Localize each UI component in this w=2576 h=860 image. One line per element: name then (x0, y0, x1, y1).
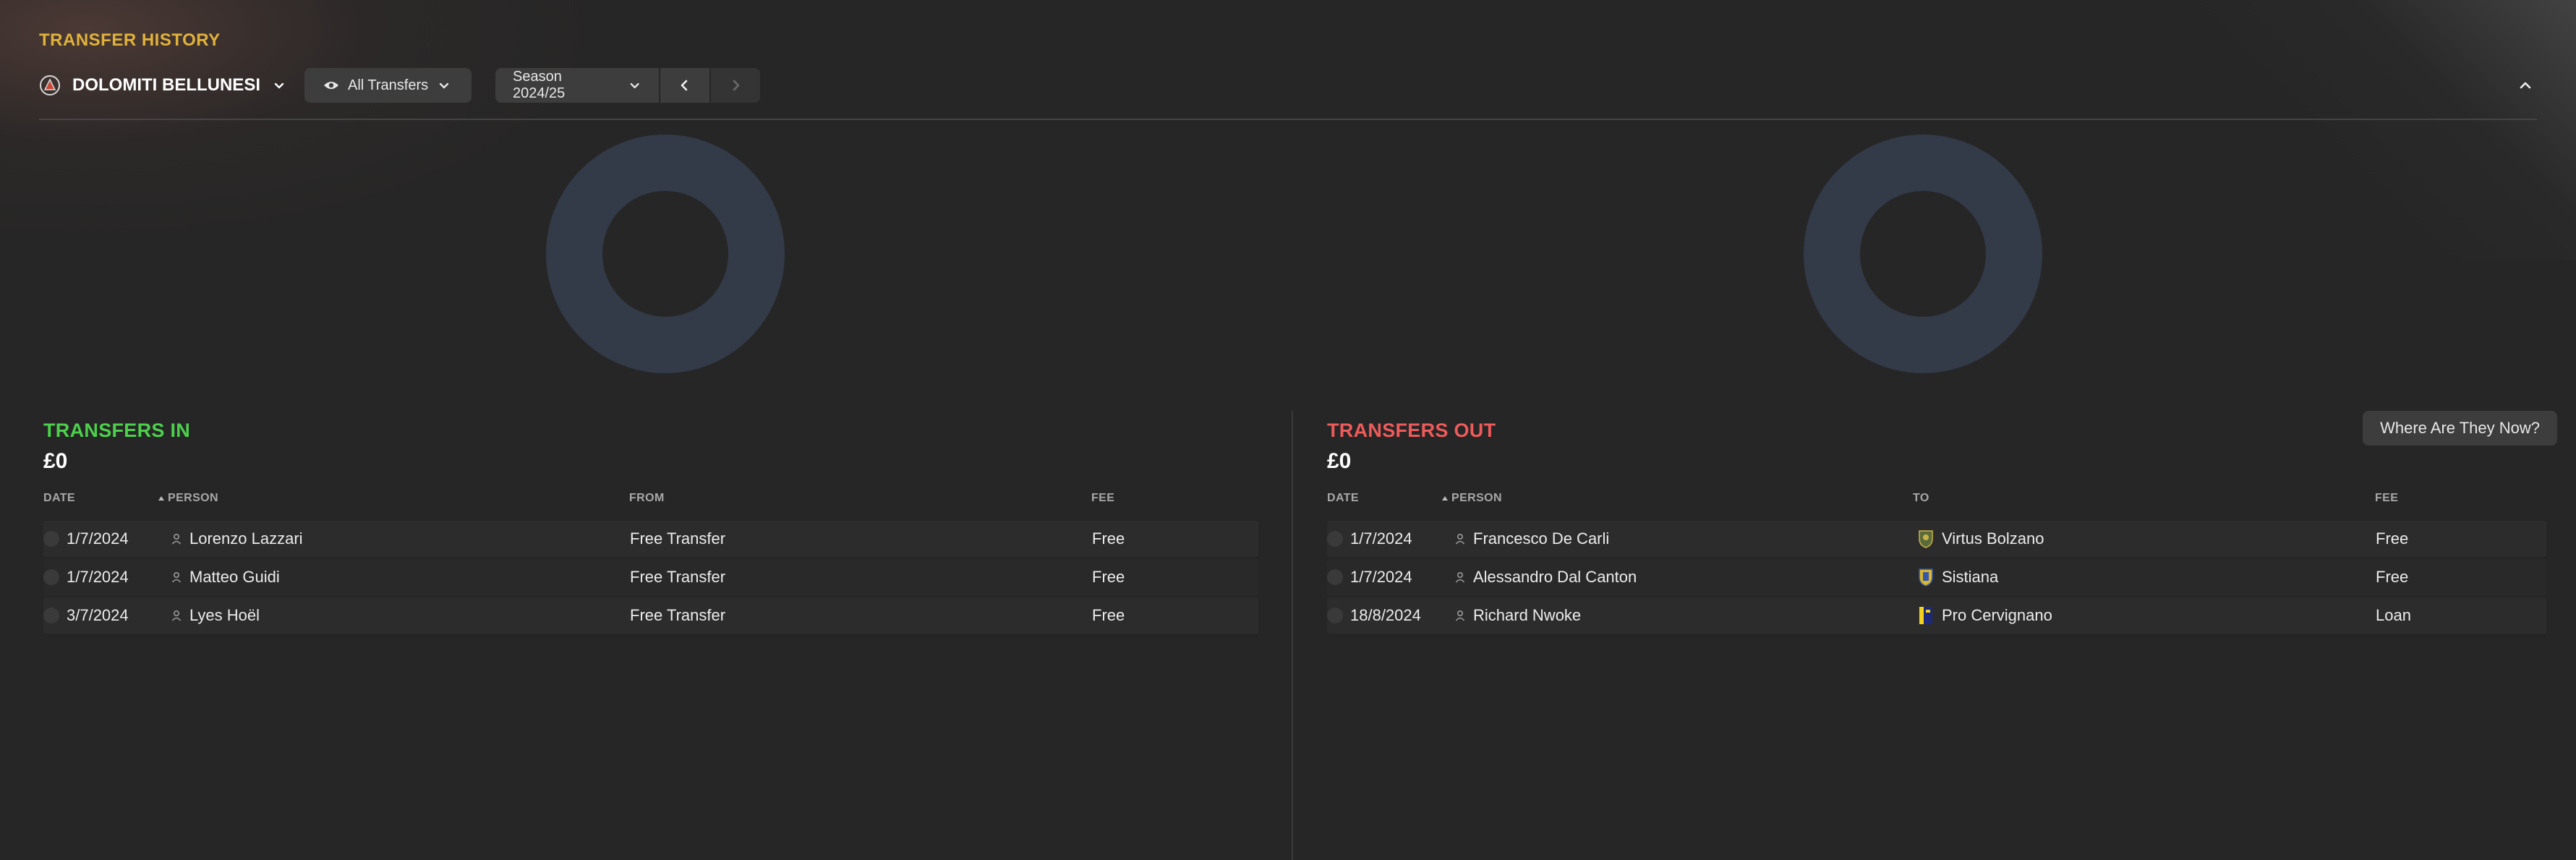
column-header-fee[interactable]: FEE (2375, 492, 2398, 505)
previous-season-button[interactable] (660, 68, 709, 103)
chevron-up-icon (2520, 82, 2531, 89)
transfers-out-table: 1/7/2024 Francesco De Carli Virtus Bolza… (1327, 521, 2546, 636)
table-row[interactable]: 1/7/2024 Matteo Guidi Free Transfer Free (43, 559, 1258, 595)
chevron-down-icon (630, 82, 639, 89)
date-cell: 1/7/2024 (1327, 521, 1412, 557)
top-right-glow (2200, 0, 2576, 260)
person-icon (1455, 610, 1465, 621)
column-header-date[interactable]: DATE (43, 492, 75, 505)
person-cell[interactable]: Alessandro Dal Canton (1454, 559, 1637, 595)
transfers-in-donut-chart (546, 135, 785, 373)
from-cell: Free Transfer (630, 568, 726, 586)
person-cell[interactable]: Francesco De Carli (1454, 521, 1609, 557)
club-crest-icon (40, 75, 60, 95)
column-header-from[interactable]: FROM (629, 492, 665, 505)
status-dot-icon (43, 531, 59, 547)
person-icon (1455, 571, 1465, 583)
club-selector[interactable]: DOLOMITI BELLUNESI (39, 67, 286, 104)
status-dot-icon (43, 569, 59, 585)
fee-cell: Free (2376, 568, 2409, 586)
table-row[interactable]: 1/7/2024 Alessandro Dal Canton Sistiana … (1327, 559, 2546, 595)
header-divider (39, 119, 2537, 120)
toolbar: DOLOMITI BELLUNESI All Transfers Season … (39, 67, 2537, 104)
person-icon (1455, 533, 1465, 545)
person-cell[interactable]: Lorenzo Lazzari (171, 521, 303, 557)
transfers-out-total: £0 (1327, 449, 1352, 473)
to-cell[interactable]: Virtus Bolzano (1917, 521, 2044, 557)
column-header-fee[interactable]: FEE (1091, 492, 1114, 505)
date-cell: 1/7/2024 (1327, 559, 1412, 595)
fee-cell: Free (1092, 529, 1125, 548)
date-cell: 1/7/2024 (43, 521, 129, 557)
where-are-they-now-button[interactable]: Where Are They Now? (2363, 411, 2557, 446)
page-title: TRANSFER HISTORY (39, 30, 221, 50)
club-badge-icon (1919, 569, 1933, 587)
season-dropdown[interactable]: Season 2024/25 (495, 68, 659, 103)
fee-cell: Free (2376, 529, 2409, 548)
table-row[interactable]: 1/7/2024 Lorenzo Lazzari Free Transfer F… (43, 521, 1258, 557)
table-row[interactable]: 3/7/2024 Lyes Hoël Free Transfer Free (43, 597, 1258, 634)
person-cell[interactable]: Matteo Guidi (171, 559, 280, 595)
table-row[interactable]: 1/7/2024 Francesco De Carli Virtus Bolza… (1327, 521, 2546, 557)
person-icon (171, 610, 182, 621)
transfers-in-table: 1/7/2024 Lorenzo Lazzari Free Transfer F… (43, 521, 1258, 636)
club-name: DOLOMITI BELLUNESI (72, 75, 260, 95)
sort-up-icon (158, 496, 164, 501)
from-cell: Free Transfer (630, 606, 726, 624)
person-cell[interactable]: Lyes Hoël (171, 597, 260, 634)
filter-label: All Transfers (348, 77, 429, 93)
table-row[interactable]: 18/8/2024 Richard Nwoke Pro Cervignano L… (1327, 597, 2546, 634)
transfers-in-total: £0 (43, 449, 68, 473)
to-cell[interactable]: Sistiana (1917, 559, 1998, 595)
status-dot-icon (43, 608, 59, 623)
status-dot-icon (1327, 608, 1343, 623)
chevron-down-icon (439, 82, 449, 89)
column-header-to[interactable]: TO (1913, 492, 1929, 505)
date-cell: 18/8/2024 (1327, 597, 1421, 634)
from-cell: Free Transfer (630, 529, 726, 548)
fee-cell: Free (1092, 606, 1125, 624)
column-header-person[interactable]: PERSON (1441, 492, 1502, 505)
fee-cell: Loan (2376, 606, 2411, 624)
club-badge-icon (1919, 530, 1933, 548)
chevron-left-icon (681, 80, 688, 91)
season-label: Season 2024/25 (513, 69, 566, 101)
column-header-date[interactable]: DATE (1327, 492, 1359, 505)
next-season-button[interactable] (711, 68, 760, 103)
transfers-in-title: TRANSFERS IN (43, 420, 191, 441)
sort-up-icon (1442, 496, 1448, 501)
date-cell: 3/7/2024 (43, 597, 129, 634)
chevron-right-icon (733, 80, 740, 91)
transfer-filter-dropdown[interactable]: All Transfers (304, 68, 472, 103)
fee-cell: Free (1092, 568, 1125, 586)
to-cell[interactable]: Pro Cervignano (1917, 597, 2052, 634)
eye-icon (324, 82, 338, 89)
chevron-down-icon (274, 82, 284, 89)
date-cell: 1/7/2024 (43, 559, 129, 595)
transfers-out-donut-chart (1804, 135, 2042, 373)
panel-divider (1292, 411, 1293, 860)
status-dot-icon (1327, 569, 1343, 585)
person-cell[interactable]: Richard Nwoke (1454, 597, 1581, 634)
column-header-person[interactable]: PERSON (158, 492, 218, 505)
season-selector-group: Season 2024/25 (495, 68, 760, 103)
collapse-header-button[interactable] (2514, 74, 2537, 97)
club-badge-icon (1919, 607, 1932, 624)
transfers-in-panel: TRANSFERS IN £0 DATE PERSON FROM FEE 1/7… (43, 420, 1258, 634)
person-icon (171, 533, 182, 545)
status-dot-icon (1327, 531, 1343, 547)
person-icon (171, 571, 182, 583)
